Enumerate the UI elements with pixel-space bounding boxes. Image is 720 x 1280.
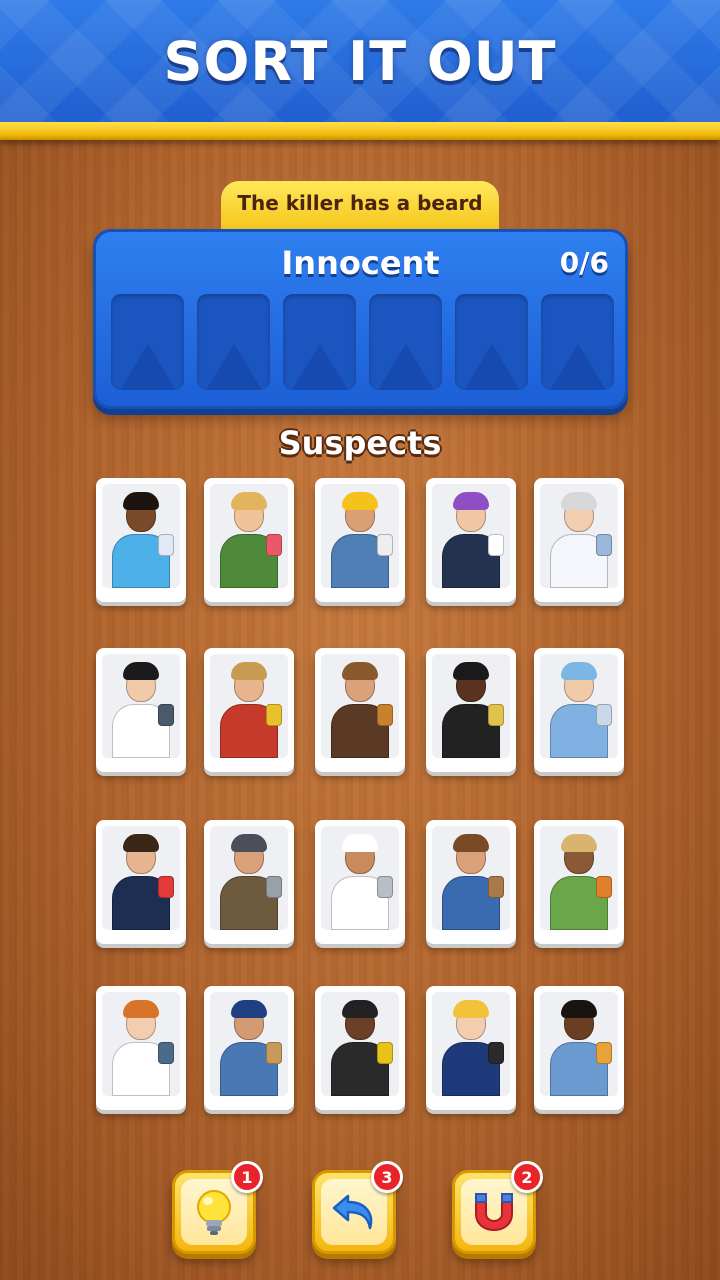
suspect-card-emt[interactable] bbox=[96, 820, 186, 944]
suspect-portrait bbox=[432, 992, 510, 1096]
undo-arrow-icon bbox=[332, 1194, 373, 1230]
clue-text: The killer has a beard bbox=[237, 191, 483, 215]
suspect-card-construction-worker[interactable] bbox=[315, 478, 405, 602]
undo-count-badge: 3 bbox=[371, 1161, 403, 1193]
suspect-portrait bbox=[210, 484, 288, 588]
suspect-card-paramedic[interactable] bbox=[426, 478, 516, 602]
magnet-icon bbox=[475, 1193, 513, 1232]
suspect-portrait bbox=[540, 992, 618, 1096]
suspect-card-painter[interactable] bbox=[534, 986, 624, 1110]
hint-count-badge: 1 bbox=[231, 1161, 263, 1193]
innocent-title: Innocent bbox=[281, 244, 440, 282]
suspect-portrait bbox=[321, 826, 399, 930]
suspect-portrait bbox=[210, 826, 288, 930]
suspect-portrait bbox=[432, 484, 510, 588]
innocent-panel: Innocent 0/6 bbox=[93, 229, 628, 409]
suspect-portrait bbox=[102, 484, 180, 588]
suspect-card-gardener[interactable] bbox=[534, 820, 624, 944]
suspect-card-florist[interactable] bbox=[204, 478, 294, 602]
suspect-portrait bbox=[540, 826, 618, 930]
suspect-card-security-guard[interactable] bbox=[426, 648, 516, 772]
innocent-slots bbox=[111, 294, 614, 390]
suspect-card-surgeon[interactable] bbox=[534, 648, 624, 772]
suspect-card-musician[interactable] bbox=[315, 648, 405, 772]
innocent-slot bbox=[455, 294, 528, 390]
suspect-portrait bbox=[432, 826, 510, 930]
clue-tab: The killer has a beard bbox=[221, 181, 499, 233]
lightbulb-icon bbox=[197, 1190, 231, 1235]
game-title: SORT IT OUT bbox=[163, 29, 557, 93]
innocent-slot bbox=[369, 294, 442, 390]
suspect-card-cowboy[interactable] bbox=[426, 820, 516, 944]
suspects-label: Suspects bbox=[278, 424, 442, 462]
suspect-card-firefighter[interactable] bbox=[315, 986, 405, 1110]
innocent-slot bbox=[111, 294, 184, 390]
suspect-portrait bbox=[102, 654, 180, 758]
suspect-card-nurse[interactable] bbox=[96, 648, 186, 772]
title-bar: SORT IT OUT bbox=[0, 0, 720, 122]
innocent-slot bbox=[283, 294, 356, 390]
undo-button[interactable]: 3 bbox=[312, 1161, 403, 1254]
suspect-portrait bbox=[540, 654, 618, 758]
suspect-card-welder[interactable] bbox=[204, 820, 294, 944]
suspect-card-athlete[interactable] bbox=[96, 478, 186, 602]
suspect-card-doctor[interactable] bbox=[534, 478, 624, 602]
suspect-portrait bbox=[102, 826, 180, 930]
suspect-card-police-officer[interactable] bbox=[426, 986, 516, 1110]
innocent-count: 0/6 bbox=[559, 246, 609, 279]
suspect-card-radiologist[interactable] bbox=[96, 986, 186, 1110]
innocent-slot bbox=[197, 294, 270, 390]
magnet-button[interactable]: 2 bbox=[452, 1161, 543, 1254]
magnet-count-badge: 2 bbox=[511, 1161, 543, 1193]
suspect-card-farmer[interactable] bbox=[204, 648, 294, 772]
suspect-portrait bbox=[102, 992, 180, 1096]
suspect-portrait bbox=[210, 654, 288, 758]
suspect-portrait bbox=[321, 654, 399, 758]
header-divider bbox=[0, 122, 720, 140]
innocent-slot bbox=[541, 294, 614, 390]
suspect-portrait bbox=[321, 992, 399, 1096]
hint-button[interactable]: 1 bbox=[172, 1161, 263, 1254]
suspect-portrait bbox=[540, 484, 618, 588]
suspect-portrait bbox=[321, 484, 399, 588]
suspect-card-mail-carrier[interactable] bbox=[204, 986, 294, 1110]
suspect-card-chef[interactable] bbox=[315, 820, 405, 944]
suspect-portrait bbox=[210, 992, 288, 1096]
suspect-portrait bbox=[432, 654, 510, 758]
